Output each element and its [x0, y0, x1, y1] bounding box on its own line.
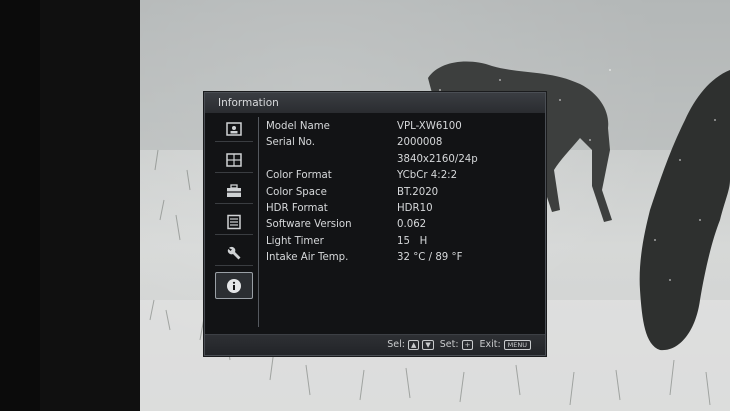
- software-version-label: Software Version: [266, 219, 352, 231]
- sel-hint-label: Sel:: [387, 339, 405, 350]
- intake-air-temp-value: 32 °C / 89 °F: [397, 252, 463, 264]
- intake-air-temp-label: Intake Air Temp.: [266, 252, 349, 264]
- scene: Information Model Name VPL-XW6100 Serial…: [0, 0, 730, 411]
- menu-sidebar: [210, 117, 259, 327]
- color-format-label: Color Format: [266, 170, 332, 182]
- sidebar-item-picture[interactable]: [215, 117, 253, 142]
- sidebar-item-screen[interactable]: [215, 148, 253, 173]
- info-row-software-version: Software Version 0.062: [266, 217, 536, 233]
- picture-icon: [226, 122, 242, 136]
- exit-hint-label: Exit:: [479, 339, 501, 350]
- toolbox-icon: [227, 184, 241, 197]
- info-row-light-timer: Light Timer 15 H: [266, 234, 536, 250]
- wrench-icon: [227, 246, 241, 260]
- software-version-value: 0.062: [397, 219, 427, 231]
- enter-key-icon: +: [461, 339, 474, 350]
- info-row-serial-no: Serial No. 2000008: [266, 135, 536, 151]
- light-timer-value: 15 H: [397, 235, 428, 247]
- info-row-intake-air-temp: Intake Air Temp. 32 °C / 89 °F: [266, 250, 536, 266]
- color-format-value: YCbCr 4:2:2: [397, 170, 458, 182]
- menu-footer: Sel: ▲ ▼ Set: + Exit: MENU: [205, 334, 545, 355]
- sidebar-item-information[interactable]: [215, 272, 253, 299]
- info-row-hdr-format: HDR Format HDR10: [266, 201, 536, 217]
- serial-no-label: Serial No.: [266, 137, 315, 149]
- sidebar-item-function[interactable]: [215, 179, 253, 204]
- info-row-model-name: Model Name VPL-XW6100: [266, 119, 536, 135]
- color-space-label: Color Space: [266, 186, 327, 198]
- set-hint-label: Set:: [439, 339, 459, 350]
- key-hints: Sel: ▲ ▼ Set: + Exit: MENU: [387, 335, 531, 354]
- information-menu: Information Model Name VPL-XW6100 Serial…: [204, 92, 546, 356]
- color-space-value: BT.2020: [397, 186, 439, 198]
- up-key-icon: ▲: [407, 339, 420, 350]
- hdr-format-label: HDR Format: [266, 202, 328, 214]
- dark-wall: [0, 0, 140, 411]
- signal-value: 3840x2160/24p: [397, 153, 478, 165]
- info-row-signal: 3840x2160/24p: [266, 152, 536, 168]
- model-name-value: VPL-XW6100: [397, 121, 462, 132]
- hdr-format-value: HDR10: [397, 202, 433, 214]
- menu-title: Information: [205, 93, 545, 113]
- info-icon: [227, 278, 241, 293]
- info-row-color-format: Color Format YCbCr 4:2:2: [266, 168, 536, 184]
- info-row-color-space: Color Space BT.2020: [266, 185, 536, 201]
- wall-edge: [40, 0, 140, 411]
- menu-key: MENU: [503, 339, 531, 350]
- screen-icon: [226, 153, 242, 167]
- down-key-icon: ▼: [422, 339, 434, 350]
- light-timer-label: Light Timer: [266, 235, 324, 247]
- sidebar-item-setup[interactable]: [215, 210, 253, 235]
- sidebar-item-installation[interactable]: [215, 241, 253, 266]
- information-list: Model Name VPL-XW6100 Serial No. 2000008…: [266, 119, 536, 267]
- model-name-label: Model Name: [266, 121, 330, 132]
- serial-no-value: 2000008: [397, 137, 443, 149]
- list-icon: [227, 214, 241, 230]
